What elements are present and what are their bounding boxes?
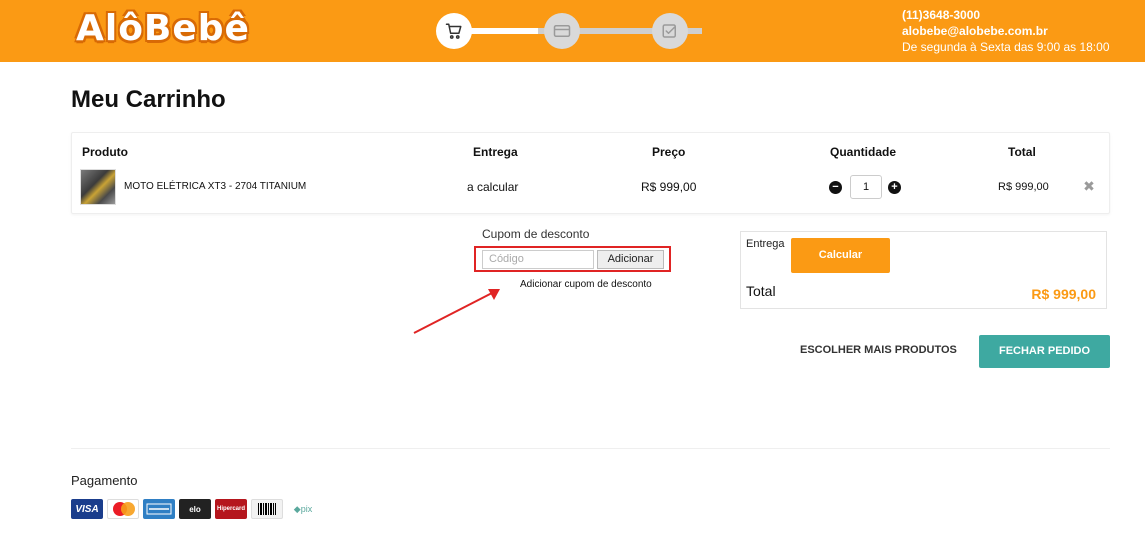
contact-info: (11)3648-3000 alobebe@alobebe.com.br De … xyxy=(902,7,1110,55)
cart-page: AlôBebê (11)3648-3000 alobebe@alobebe.co… xyxy=(0,0,1145,550)
column-header-total: Total xyxy=(1008,145,1036,159)
pix-label: pix xyxy=(300,504,313,514)
quantity-input[interactable]: 1 xyxy=(850,175,882,199)
section-divider xyxy=(71,448,1110,449)
quantity-decrease-button[interactable]: − xyxy=(829,181,842,194)
product-name[interactable]: MOTO ELÉTRICA XT3 - 2704 TITANIUM xyxy=(124,181,306,192)
checklist-icon xyxy=(662,24,676,38)
total-value: R$ 999,00 xyxy=(998,181,1049,193)
close-icon: ✖ xyxy=(1083,178,1095,194)
choose-more-products-button[interactable]: ESCOLHER MAIS PRODUTOS xyxy=(800,344,957,356)
boleto-icon xyxy=(251,499,283,519)
calculate-shipping-button[interactable]: Calcular xyxy=(791,238,890,273)
cart-icon xyxy=(445,23,462,39)
product-thumbnail[interactable] xyxy=(80,169,116,205)
column-header-price: Preço xyxy=(652,145,686,159)
checkout-steps xyxy=(436,11,706,51)
column-header-product: Produto xyxy=(82,145,128,159)
order-summary: Entrega Calcular Total R$ 999,00 xyxy=(740,231,1107,309)
contact-email[interactable]: alobebe@alobebe.com.br xyxy=(902,23,1110,39)
payment-methods: VISA elo Hipercard ◆ pix xyxy=(71,499,319,519)
coupon-code-input[interactable]: Código xyxy=(482,250,594,269)
step-confirmation xyxy=(652,13,688,49)
summary-total-label: Total xyxy=(746,283,776,299)
contact-phone: (11)3648-3000 xyxy=(902,8,981,22)
payment-title: Pagamento xyxy=(71,473,138,488)
remove-item-button[interactable]: ✖ xyxy=(1082,179,1096,193)
credit-card-icon xyxy=(553,25,571,37)
visa-icon: VISA xyxy=(71,499,103,519)
annotation-arrow-icon xyxy=(413,289,500,334)
close-order-button[interactable]: FECHAR PEDIDO xyxy=(979,335,1110,368)
column-header-delivery: Entrega xyxy=(473,145,518,159)
coupon-add-button[interactable]: Adicionar xyxy=(597,250,664,269)
coupon-highlight-box: Código Adicionar xyxy=(474,246,671,272)
site-header: AlôBebê (11)3648-3000 alobebe@alobebe.co… xyxy=(0,0,1145,62)
coupon-hint: Adicionar cupom de desconto xyxy=(520,279,652,290)
summary-delivery-label: Entrega xyxy=(746,238,785,250)
hipercard-icon: Hipercard xyxy=(215,499,247,519)
delivery-value: a calcular xyxy=(467,180,519,194)
cart-table: Produto Entrega Preço Quantidade Total M… xyxy=(71,132,1110,214)
elo-icon: elo xyxy=(179,499,211,519)
step-payment xyxy=(544,13,580,49)
brand-logo[interactable]: AlôBebê xyxy=(76,8,250,49)
amex-icon xyxy=(143,499,175,519)
summary-total-value: R$ 999,00 xyxy=(1031,286,1096,302)
column-header-quantity: Quantidade xyxy=(830,145,897,159)
coupon-label: Cupom de desconto xyxy=(482,227,590,241)
page-title: Meu Carrinho xyxy=(71,86,226,113)
pix-icon: ◆ pix xyxy=(287,499,319,519)
step-cart xyxy=(436,13,472,49)
quantity-increase-button[interactable]: + xyxy=(888,181,901,194)
contact-hours: De segunda à Sexta das 9:00 as 18:00 xyxy=(902,40,1110,54)
mastercard-icon xyxy=(107,499,139,519)
price-value: R$ 999,00 xyxy=(641,180,697,194)
